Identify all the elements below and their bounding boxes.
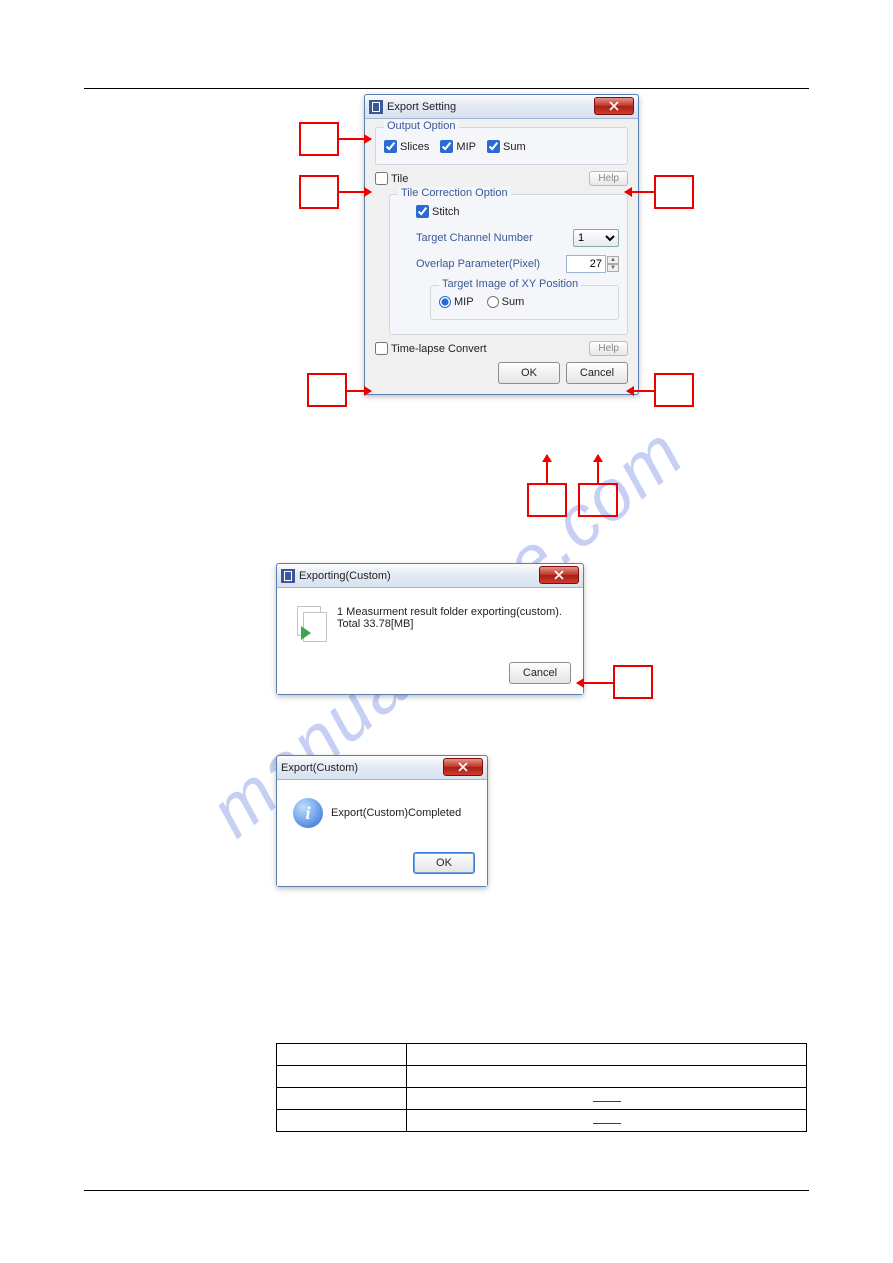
dialog-title: Export(Custom) [281, 762, 358, 774]
stitch-checkbox-input[interactable] [416, 205, 429, 218]
slices-checkbox-label: Slices [400, 141, 429, 153]
output-option-group: Output Option Slices MIP Sum [375, 127, 628, 165]
callout-arrow [339, 191, 371, 193]
output-option-legend: Output Option [384, 120, 459, 132]
app-icon [369, 100, 383, 114]
button-bar: OK Cancel [375, 356, 628, 384]
callout-arrow [347, 390, 371, 392]
spin-up-icon[interactable]: ▲ [607, 256, 619, 264]
target-channel-label: Target Channel Number [416, 232, 533, 244]
tile-correction-group: Tile Correction Option Stitch Target Cha… [389, 194, 628, 335]
tile-checkbox[interactable]: Tile [375, 172, 408, 185]
close-icon [458, 762, 468, 772]
cancel-button[interactable]: Cancel [566, 362, 628, 384]
stitch-checkbox-label: Stitch [432, 206, 460, 218]
export-icon [297, 606, 327, 642]
target-mip-radio-input[interactable] [439, 296, 451, 308]
timelapse-checkbox-input[interactable] [375, 342, 388, 355]
close-button[interactable] [443, 758, 483, 776]
callout-arrow [625, 191, 654, 193]
sum-checkbox[interactable]: Sum [487, 140, 526, 153]
mip-checkbox-label: MIP [456, 141, 476, 153]
export-setting-dialog: Export Setting Output Option Slices MIP … [364, 94, 639, 395]
target-mip-radio[interactable]: MIP [439, 296, 474, 308]
target-image-legend: Target Image of XY Position [439, 278, 581, 290]
tile-checkbox-label: Tile [391, 173, 408, 185]
callout-box [578, 483, 618, 517]
table-link-mark [593, 1101, 621, 1102]
target-image-group: Target Image of XY Position MIP Sum [430, 285, 619, 320]
mip-checkbox-input[interactable] [440, 140, 453, 153]
app-icon [281, 569, 295, 583]
target-channel-select[interactable]: 1 [573, 229, 619, 247]
target-sum-radio-input[interactable] [487, 296, 499, 308]
mip-checkbox[interactable]: MIP [440, 140, 476, 153]
exporting-custom-dialog: Exporting(Custom) 1 Measurment result fo… [276, 563, 584, 695]
titlebar: Export(Custom) [277, 756, 487, 780]
timelapse-row: Time-lapse Convert Help [375, 341, 628, 356]
tile-checkbox-input[interactable] [375, 172, 388, 185]
dialog-title: Export Setting [387, 101, 456, 113]
titlebar: Export Setting [365, 95, 638, 119]
timelapse-checkbox-label: Time-lapse Convert [391, 343, 487, 355]
overlap-spinner[interactable]: ▲▼ [566, 255, 619, 273]
callout-box [654, 175, 694, 209]
callout-arrow [627, 390, 654, 392]
target-sum-radio-label: Sum [502, 296, 525, 308]
export-custom-complete-dialog: Export(Custom) i Export(Custom)Completed… [276, 755, 488, 887]
callout-box [527, 483, 567, 517]
tile-row: Tile Help [375, 171, 628, 186]
callout-box [299, 175, 339, 209]
callout-box [613, 665, 653, 699]
page-rule-top [84, 88, 809, 89]
slices-checkbox-input[interactable] [384, 140, 397, 153]
exporting-line1: 1 Measurment result folder exporting(cus… [337, 606, 562, 618]
callout-arrow [339, 138, 371, 140]
info-icon: i [293, 798, 323, 828]
spin-down-icon[interactable]: ▼ [607, 264, 619, 272]
close-button[interactable] [539, 566, 579, 584]
tile-correction-legend: Tile Correction Option [398, 187, 511, 199]
callout-box [299, 122, 339, 156]
page-rule-bottom [84, 1190, 809, 1191]
ok-button[interactable]: OK [413, 852, 475, 874]
target-mip-radio-label: MIP [454, 296, 474, 308]
reference-table [276, 1043, 807, 1132]
overlap-input[interactable] [566, 255, 606, 273]
sum-checkbox-input[interactable] [487, 140, 500, 153]
callout-box [307, 373, 347, 407]
close-button[interactable] [594, 97, 634, 115]
callout-arrow [546, 455, 548, 483]
timelapse-checkbox[interactable]: Time-lapse Convert [375, 342, 487, 355]
table-link-mark [593, 1123, 621, 1124]
sum-checkbox-label: Sum [503, 141, 526, 153]
timelapse-help-button[interactable]: Help [589, 341, 628, 356]
target-sum-radio[interactable]: Sum [487, 296, 525, 308]
dialog-title: Exporting(Custom) [299, 570, 391, 582]
callout-box [654, 373, 694, 407]
callout-arrow [597, 455, 599, 483]
ok-button[interactable]: OK [498, 362, 560, 384]
close-icon [609, 101, 619, 111]
slices-checkbox[interactable]: Slices [384, 140, 429, 153]
cancel-button[interactable]: Cancel [509, 662, 571, 684]
stitch-checkbox[interactable]: Stitch [416, 205, 460, 218]
callout-arrow [577, 682, 613, 684]
exporting-line2: Total 33.78[MB] [337, 618, 562, 630]
overlap-param-label: Overlap Parameter(Pixel) [416, 258, 540, 270]
tile-help-button[interactable]: Help [589, 171, 628, 186]
close-icon [554, 570, 564, 580]
export-complete-message: Export(Custom)Completed [331, 807, 461, 819]
titlebar: Exporting(Custom) [277, 564, 583, 588]
